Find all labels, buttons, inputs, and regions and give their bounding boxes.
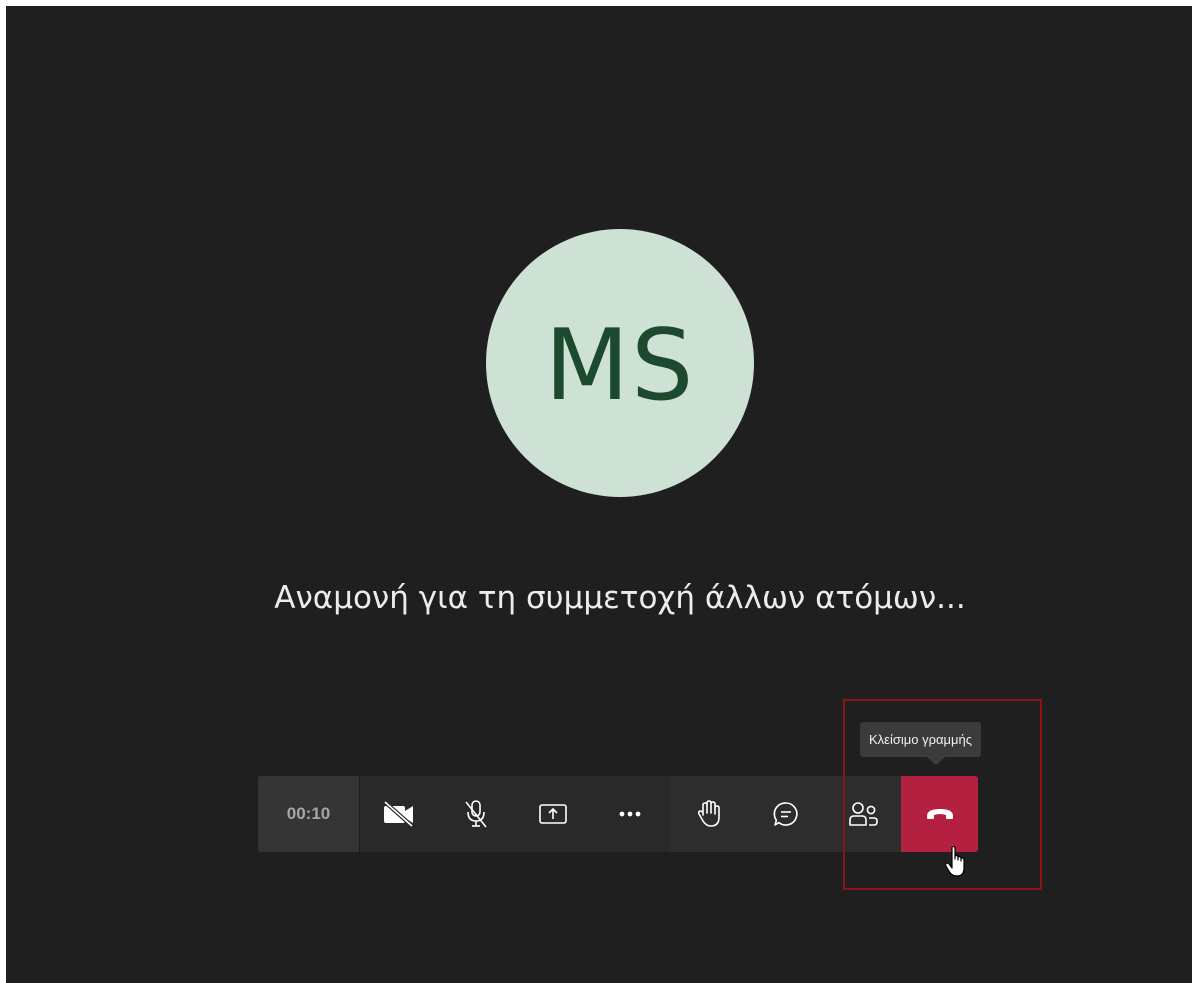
- waiting-status-text: Αναμονή για τη συμμετοχή άλλων ατόμων...: [274, 580, 966, 616]
- more-options-button[interactable]: [591, 776, 668, 852]
- chat-button[interactable]: [747, 776, 824, 852]
- hand-cursor-icon: [944, 845, 970, 885]
- toolbar-main-controls: [360, 776, 670, 852]
- camera-toggle-button[interactable]: [360, 776, 437, 852]
- chat-icon: [773, 802, 798, 826]
- microphone-toggle-button[interactable]: [437, 776, 514, 852]
- avatar: MS: [486, 229, 754, 497]
- call-timer: 00:10: [258, 776, 360, 852]
- raise-hand-icon: [697, 800, 720, 827]
- avatar-initials: MS: [544, 309, 696, 423]
- share-screen-icon: [538, 804, 567, 824]
- camera-off-icon: [383, 801, 413, 827]
- more-options-icon: [619, 811, 640, 817]
- highlight-box: [843, 699, 1042, 890]
- raise-hand-button[interactable]: [670, 776, 747, 852]
- mic-off-icon: [464, 800, 487, 828]
- share-screen-button[interactable]: [514, 776, 591, 852]
